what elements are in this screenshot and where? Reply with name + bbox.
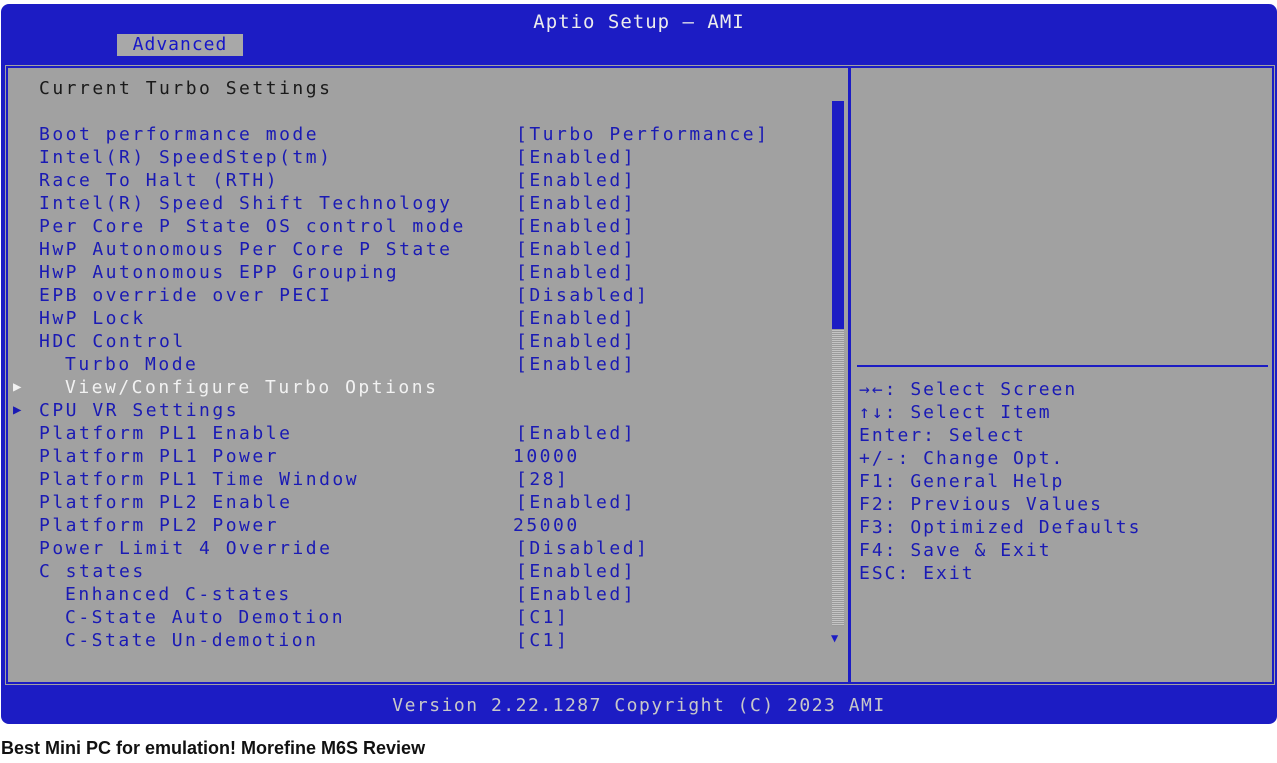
setting-value[interactable]: [Enabled] [516,216,636,238]
setting-value[interactable]: 10000 [513,446,580,468]
help-f2: F2: Previous Values [859,494,1103,515]
setting-label[interactable]: Platform PL2 Enable [39,492,292,514]
setting-value[interactable]: [Enabled] [516,423,636,445]
panel-divider [848,67,851,682]
setting-label[interactable]: Race To Halt (RTH) [39,170,279,192]
setting-value[interactable]: [Enabled] [516,193,636,215]
setting-label[interactable]: Boot performance mode [39,124,319,146]
setting-value[interactable]: [C1] [516,607,569,629]
setting-value[interactable]: [Disabled] [516,538,649,560]
help-select-item: ↑↓: Select Item [859,402,1052,423]
setting-label[interactable]: HwP Autonomous EPP Grouping [39,262,399,284]
help-f1: F1: General Help [859,471,1065,492]
setting-value[interactable]: [Enabled] [516,308,636,330]
help-change-opt: +/-: Change Opt. [859,448,1065,469]
setting-label[interactable]: Platform PL1 Time Window [39,469,359,491]
submenu-cpu-vr-settings[interactable]: CPU VR Settings [39,400,239,422]
setting-value[interactable]: [C1] [516,630,569,652]
setting-label[interactable]: Platform PL1 Power [39,446,279,468]
setting-label[interactable]: C states [39,561,146,583]
submenu-arrow-icon: ▶ [13,402,22,418]
setting-value[interactable]: [Enabled] [516,331,636,353]
setting-label[interactable]: HwP Autonomous Per Core P State [39,239,452,261]
setting-label[interactable]: Platform PL1 Enable [39,423,292,445]
setting-value[interactable]: [Disabled] [516,285,649,307]
setting-value[interactable]: [Enabled] [516,170,636,192]
setting-label[interactable]: Enhanced C-states [65,584,292,606]
version-footer: Version 2.22.1287 Copyright (C) 2023 AMI [392,695,886,716]
setting-value[interactable]: [Enabled] [516,239,636,261]
setting-label[interactable]: Power Limit 4 Override [39,538,332,560]
help-enter: Enter: Select [859,425,1026,446]
help-select-screen: →←: Select Screen [859,379,1078,400]
setting-value[interactable]: [Enabled] [516,147,636,169]
section-title: Current Turbo Settings [39,78,333,99]
tab-advanced[interactable]: Advanced [117,34,243,56]
setting-label[interactable]: Platform PL2 Power [39,515,279,537]
submenu-arrow-icon: ▶ [13,379,22,395]
help-f4: F4: Save & Exit [859,540,1052,561]
help-esc: ESC: Exit [859,563,975,584]
help-divider [857,365,1268,367]
bios-screen: Aptio Setup – AMI Advanced Current Turbo… [1,4,1277,724]
setting-value[interactable]: [Enabled] [516,262,636,284]
setting-label[interactable]: HDC Control [39,331,186,353]
setting-label[interactable]: Per Core P State OS control mode [39,216,466,238]
setting-label[interactable]: EPB override over PECI [39,285,332,307]
setting-label[interactable]: C-State Auto Demotion [65,607,345,629]
setting-value[interactable]: [28] [516,469,569,491]
setting-value[interactable]: [Enabled] [516,492,636,514]
setting-value[interactable]: [Enabled] [516,561,636,583]
setting-label[interactable]: HwP Lock [39,308,146,330]
scrollbar-thumb[interactable] [832,101,844,329]
setting-label[interactable]: Intel(R) Speed Shift Technology [39,193,452,215]
submenu-turbo-options[interactable]: View/Configure Turbo Options [65,377,438,399]
scroll-down-arrow-icon[interactable]: ▼ [831,631,838,645]
setting-value[interactable]: [Enabled] [516,354,636,376]
setting-value[interactable]: 25000 [513,515,580,537]
video-caption[interactable]: Best Mini PC for emulation! Morefine M6S… [1,738,425,759]
setting-value[interactable]: [Turbo Performance] [516,124,769,146]
help-f3: F3: Optimized Defaults [859,517,1142,538]
setting-label[interactable]: C-State Un-demotion [65,630,318,652]
setting-value[interactable]: [Enabled] [516,584,636,606]
setting-label[interactable]: Intel(R) SpeedStep(tm) [39,147,332,169]
setting-label[interactable]: Turbo Mode [65,354,198,376]
window-title: Aptio Setup – AMI [533,11,745,33]
